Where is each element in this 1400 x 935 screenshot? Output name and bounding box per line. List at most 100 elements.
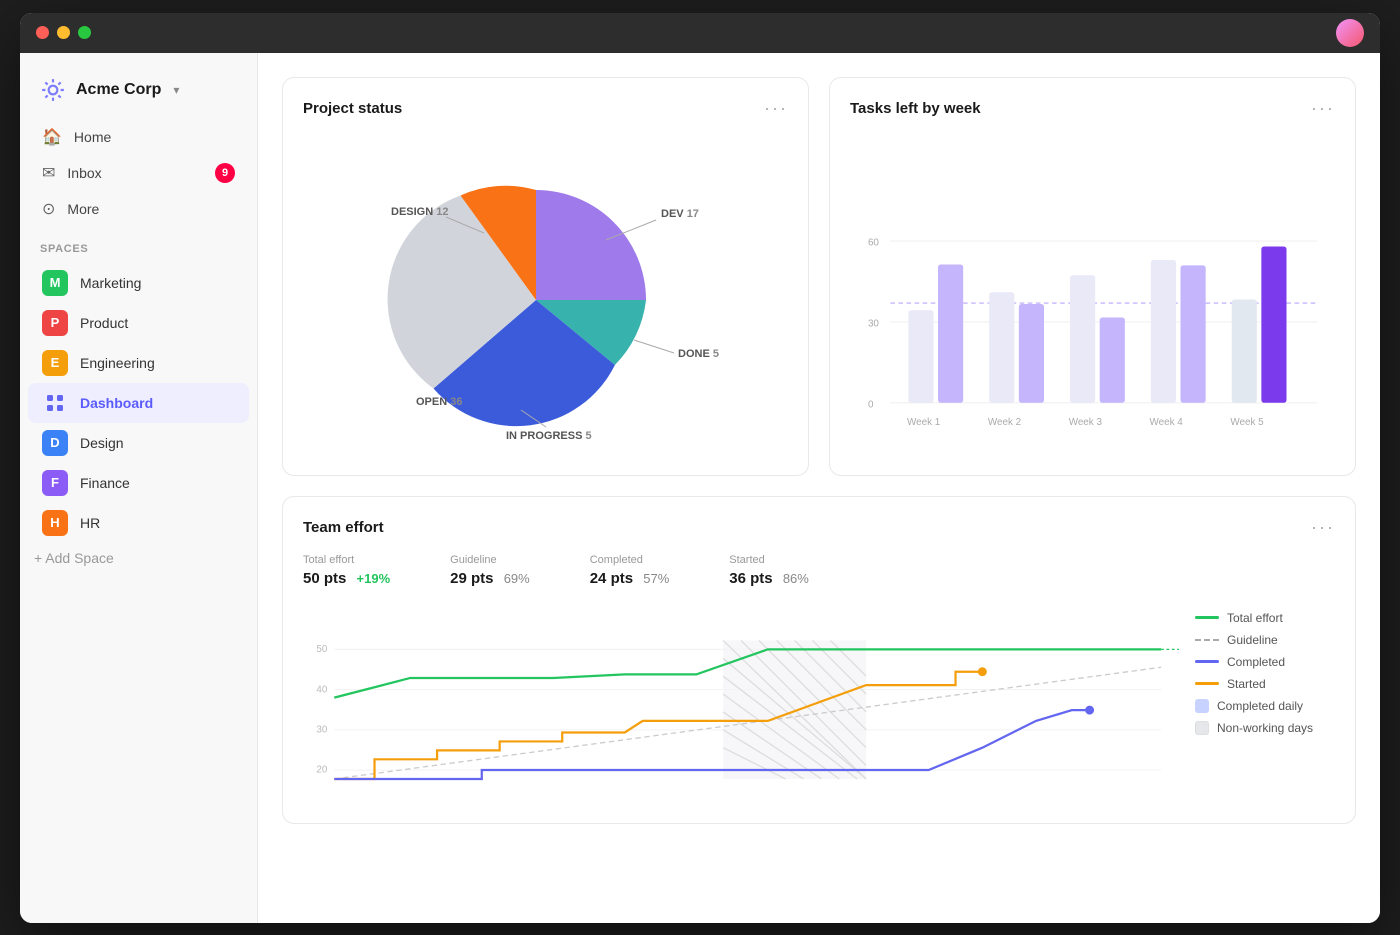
stat-total: Total effort 50 pts +19% — [303, 554, 390, 587]
stat-total-pct: +19% — [357, 571, 391, 586]
inprogress-label: IN PROGRESS 5 — [506, 430, 592, 442]
stat-completed-value: 24 pts 57% — [590, 570, 670, 587]
svg-text:30: 30 — [868, 318, 879, 329]
bar — [1261, 246, 1286, 402]
space-label: HR — [80, 515, 100, 531]
svg-text:Week 3: Week 3 — [1069, 417, 1103, 428]
sidebar-item-product[interactable]: P Product — [28, 303, 249, 343]
bar — [908, 310, 933, 403]
team-effort-header: Team effort ··· — [303, 517, 1335, 538]
legend-started-line — [1195, 682, 1219, 685]
sidebar-item-home[interactable]: 🏠 Home — [28, 119, 249, 155]
svg-text:20: 20 — [316, 764, 327, 775]
project-status-menu[interactable]: ··· — [764, 98, 788, 119]
project-status-card: Project status ··· — [282, 77, 809, 476]
effort-stats: Total effort 50 pts +19% Guideline 29 pt… — [303, 554, 1335, 587]
svg-text:0: 0 — [868, 399, 874, 410]
bar — [1181, 265, 1206, 402]
product-icon: P — [42, 310, 68, 336]
tasks-by-week-card: Tasks left by week ··· 0 30 60 — [829, 77, 1356, 476]
stat-started-pct: 86% — [783, 571, 809, 586]
avatar[interactable] — [1336, 19, 1364, 47]
stat-guideline-pct: 69% — [504, 571, 530, 586]
team-effort-title: Team effort — [303, 519, 384, 536]
space-label: Dashboard — [80, 395, 153, 411]
app-body: Acme Corp ▾ 🏠 Home ✉ Inbox 9 ⊙ More — [20, 53, 1380, 923]
started-line — [334, 671, 982, 778]
sidebar-item-dashboard[interactable]: Dashboard — [28, 383, 249, 423]
top-row: Project status ··· — [282, 77, 1356, 476]
legend-label: Completed daily — [1217, 699, 1303, 713]
brand[interactable]: Acme Corp ▾ — [20, 69, 257, 119]
pie-chart-container: DEV 17 DONE 5 IN PROGRESS 5 OPEN 36 — [303, 135, 788, 455]
minimize-button[interactable] — [57, 26, 70, 39]
sidebar-nav: 🏠 Home ✉ Inbox 9 ⊙ More — [20, 119, 257, 227]
stat-completed-pct: 57% — [643, 571, 669, 586]
svg-text:40: 40 — [316, 684, 327, 695]
sidebar-item-label: Inbox — [67, 165, 101, 181]
engineering-icon: E — [42, 350, 68, 376]
bar — [1100, 317, 1125, 402]
svg-text:Week 4: Week 4 — [1150, 417, 1184, 428]
spaces-nav: M Marketing P Product E Engineering — [20, 263, 257, 543]
brand-chevron: ▾ — [173, 83, 179, 97]
legend-completed-daily-box — [1195, 699, 1209, 713]
space-label: Engineering — [80, 355, 155, 371]
sidebar-item-hr[interactable]: H HR — [28, 503, 249, 543]
effort-chart: 20 30 40 50 — [303, 603, 1179, 803]
legend-label: Started — [1227, 677, 1266, 691]
svg-text:Week 1: Week 1 — [907, 417, 940, 428]
legend-completed-daily: Completed daily — [1195, 699, 1335, 713]
inbox-badge: 9 — [215, 163, 235, 183]
home-icon: 🏠 — [42, 127, 62, 147]
add-space-label: + Add Space — [34, 550, 114, 566]
team-effort-menu[interactable]: ··· — [1311, 517, 1335, 538]
inbox-icon: ✉ — [42, 163, 55, 183]
maximize-button[interactable] — [78, 26, 91, 39]
stat-completed: Completed 24 pts 57% — [590, 554, 670, 587]
done-label: DONE 5 — [678, 348, 719, 360]
bar — [1070, 275, 1095, 403]
legend-label: Completed — [1227, 655, 1285, 669]
sidebar-item-finance[interactable]: F Finance — [28, 463, 249, 503]
dev-label: DEV 17 — [661, 208, 699, 220]
legend-non-working-box — [1195, 721, 1209, 735]
svg-text:60: 60 — [868, 237, 879, 248]
sidebar-item-inbox[interactable]: ✉ Inbox 9 — [28, 155, 249, 191]
app-window: Acme Corp ▾ 🏠 Home ✉ Inbox 9 ⊙ More — [20, 13, 1380, 923]
effort-chart-svg-container: 20 30 40 50 — [303, 603, 1179, 803]
legend-total-effort: Total effort — [1195, 611, 1335, 625]
legend-non-working: Non-working days — [1195, 721, 1335, 735]
tasks-title: Tasks left by week — [850, 100, 981, 117]
add-space-button[interactable]: + Add Space — [20, 543, 257, 573]
space-label: Product — [80, 315, 128, 331]
legend-total-effort-line — [1195, 616, 1219, 619]
legend-completed-line — [1195, 660, 1219, 663]
bar — [938, 264, 963, 402]
tasks-menu[interactable]: ··· — [1311, 98, 1335, 119]
bar-chart: 0 30 60 — [850, 135, 1335, 455]
marketing-icon: M — [42, 270, 68, 296]
open-label: OPEN 36 — [416, 396, 462, 408]
legend-started: Started — [1195, 677, 1335, 691]
sidebar-item-design[interactable]: D Design — [28, 423, 249, 463]
stat-started-label: Started — [729, 554, 809, 566]
spaces-label: Spaces — [20, 227, 257, 263]
sidebar-item-marketing[interactable]: M Marketing — [28, 263, 249, 303]
hr-icon: H — [42, 510, 68, 536]
sidebar-item-more[interactable]: ⊙ More — [28, 191, 249, 227]
traffic-lights — [36, 26, 91, 39]
sidebar-item-engineering[interactable]: E Engineering — [28, 343, 249, 383]
svg-text:Week 2: Week 2 — [988, 417, 1021, 428]
legend-guideline: Guideline — [1195, 633, 1335, 647]
more-icon: ⊙ — [42, 199, 55, 219]
stat-total-value: 50 pts +19% — [303, 570, 390, 587]
effort-legend: Total effort Guideline Completed St — [1195, 603, 1335, 803]
close-button[interactable] — [36, 26, 49, 39]
bar — [989, 292, 1014, 402]
design-icon: D — [42, 430, 68, 456]
brand-icon — [40, 77, 66, 103]
design-label: DESIGN 12 — [391, 206, 448, 218]
space-label: Marketing — [80, 275, 141, 291]
main-content: Project status ··· — [258, 53, 1380, 923]
